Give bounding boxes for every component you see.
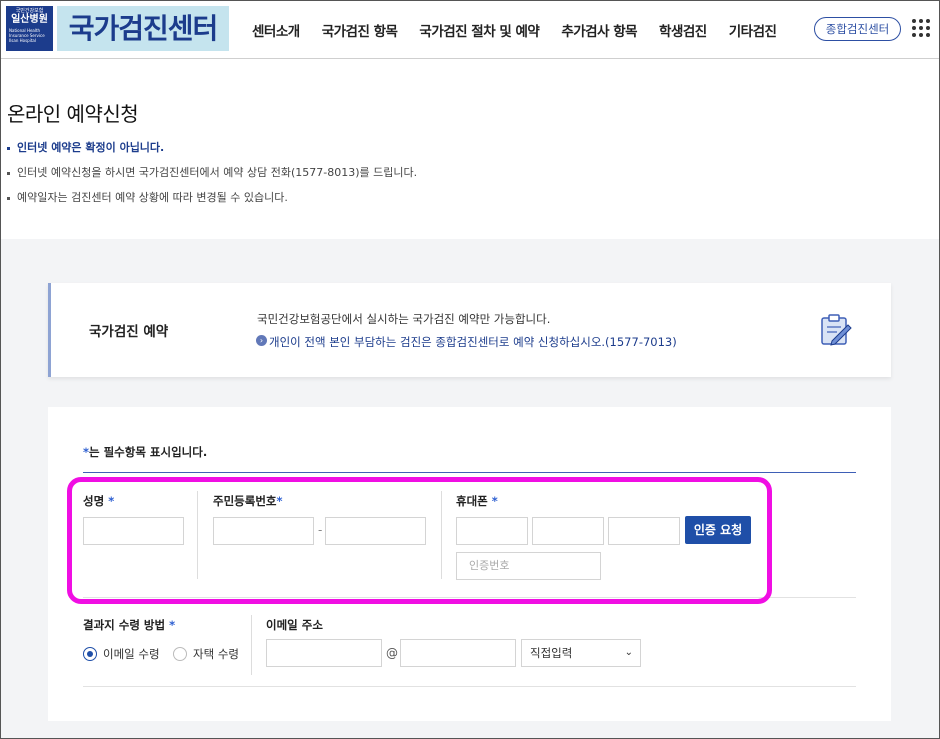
result-method-label-text: 결과지 수령 방법 <box>83 618 166 632</box>
rrn-separator: - <box>318 523 323 537</box>
column-divider <box>441 491 442 579</box>
nav-item-student-checkup[interactable]: 학생검진 <box>648 20 718 40</box>
email-domain-input[interactable] <box>400 639 516 667</box>
verify-request-button[interactable]: 인증 요청 <box>685 516 751 544</box>
notice-list: 인터넷 예약은 확정이 아닙니다. 인터넷 예약신청을 하시면 국가검진센터에서… <box>7 139 417 214</box>
radio-email-receipt-label[interactable]: 이메일 수령 <box>103 646 160 662</box>
required-note-text: 는 필수항목 표시입니다. <box>89 445 208 459</box>
chevron-down-icon: ⌄ <box>624 647 633 658</box>
arrow-circle-icon: › <box>256 335 267 346</box>
name-label-text: 성명 <box>83 494 105 508</box>
info-card-link-text[interactable]: 개인이 전액 본인 부담하는 검진은 종합검진센터로 예약 신청하십시오.(15… <box>269 334 677 350</box>
required-star: * <box>491 494 498 508</box>
verification-code-input[interactable]: 인증번호 <box>456 552 601 580</box>
site-header: 국민건강보험 일산병원 National Health Insurance Se… <box>1 1 939 59</box>
email-id-input[interactable] <box>266 639 382 667</box>
menu-grid-icon[interactable] <box>912 19 930 37</box>
nav-item-additional-tests[interactable]: 추가검사 항목 <box>550 20 648 40</box>
phone-middle-input[interactable] <box>532 517 604 545</box>
info-card-description: 국민건강보험공단에서 실시하는 국가검진 예약만 가능합니다. <box>257 312 551 326</box>
page-title: 온라인 예약신청 <box>7 102 139 126</box>
main-nav: 센터소개 국가검진 항목 국가검진 절차 및 예약 추가검사 항목 학생검진 기… <box>241 1 787 59</box>
email-domain-select[interactable]: 직접입력 ⌄ <box>521 639 641 667</box>
rrn-back-input[interactable] <box>325 517 426 545</box>
radio-email-receipt[interactable] <box>83 647 97 661</box>
required-star: * <box>108 494 115 508</box>
phone-label-text: 휴대폰 <box>456 494 488 508</box>
column-divider <box>251 615 252 675</box>
required-star: * <box>276 494 283 508</box>
comprehensive-center-button[interactable]: 종합검진센터 <box>814 17 901 41</box>
result-method-label: 결과지 수령 방법 * <box>83 617 175 633</box>
notice-item: 인터넷 예약은 확정이 아닙니다. <box>7 139 417 164</box>
logo-english-text: National Health Insurance Service Ilsan … <box>9 28 45 43</box>
rrn-label: 주민등록번호* <box>213 493 283 509</box>
logo-name-text: 일산병원 <box>11 14 48 25</box>
email-at-sign: @ <box>386 646 398 660</box>
name-label: 성명 * <box>83 493 114 509</box>
radio-home-receipt[interactable] <box>173 647 187 661</box>
nav-item-other-checkup[interactable]: 기타검진 <box>718 20 788 40</box>
row-divider <box>83 686 856 687</box>
hospital-logo[interactable]: 국민건강보험 일산병원 National Health Insurance Se… <box>6 6 53 51</box>
info-card: 국가검진 예약 국민건강보험공단에서 실시하는 국가검진 예약만 가능합니다. … <box>48 283 891 377</box>
email-domain-select-value: 직접입력 <box>530 646 573 660</box>
row-divider <box>83 597 856 598</box>
reservation-form: *는 필수항목 표시입니다. 성명 * 주민등록번호* 휴대폰 * - 인증 요… <box>48 407 891 721</box>
clipboard-check-icon <box>821 314 852 346</box>
name-input[interactable] <box>83 517 184 545</box>
info-card-title: 국가검진 예약 <box>89 324 169 340</box>
notice-item: 인터넷 예약신청을 하시면 국가검진센터에서 예약 상담 전화(1577-801… <box>7 164 417 189</box>
required-field-note: *는 필수항목 표시입니다. <box>83 444 207 460</box>
email-label: 이메일 주소 <box>266 618 323 632</box>
site-title[interactable]: 국가검진센터 <box>57 6 229 51</box>
radio-home-receipt-label[interactable]: 자택 수령 <box>193 646 239 662</box>
nav-item-checkup-items[interactable]: 국가검진 항목 <box>311 20 409 40</box>
rrn-front-input[interactable] <box>213 517 314 545</box>
column-divider <box>197 491 198 579</box>
phone-last-input[interactable] <box>608 517 680 545</box>
phone-first-input[interactable] <box>456 517 528 545</box>
required-star: * <box>169 618 176 632</box>
phone-label: 휴대폰 * <box>456 493 498 509</box>
notice-item: 예약일자는 검진센터 예약 상황에 따라 변경될 수 있습니다. <box>7 189 417 214</box>
form-top-divider <box>83 472 856 473</box>
rrn-label-text: 주민등록번호 <box>213 494 277 508</box>
nav-item-procedure-reservation[interactable]: 국가검진 절차 및 예약 <box>408 20 550 40</box>
page-frame: 국민건강보험 일산병원 National Health Insurance Se… <box>0 0 940 739</box>
nav-item-about[interactable]: 센터소개 <box>241 20 311 40</box>
